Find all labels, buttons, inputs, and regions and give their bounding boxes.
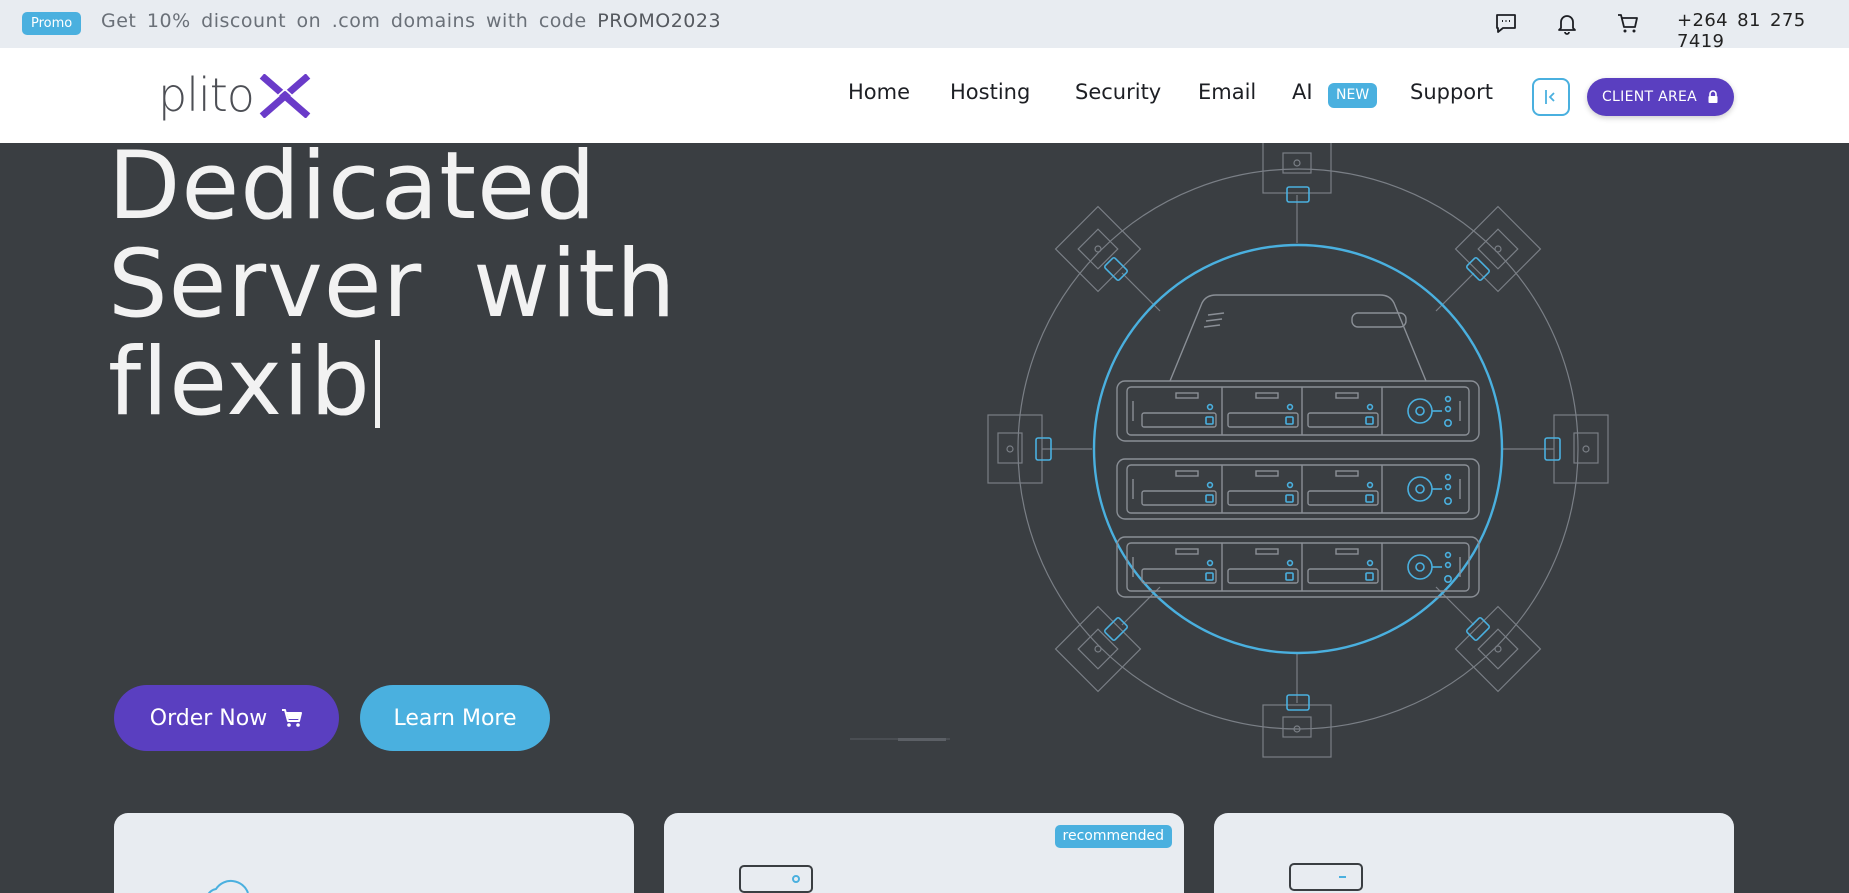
plan-card-2[interactable]: recommended <box>664 813 1184 893</box>
order-now-label: Order Now <box>149 705 268 731</box>
learn-more-button[interactable]: Learn More <box>360 685 550 751</box>
cart-icon <box>282 709 303 727</box>
recommended-badge: recommended <box>1054 825 1172 848</box>
promo-text: Get 10% discount on .com domains with co… <box>101 10 721 32</box>
nav-hosting[interactable]: Hosting <box>950 80 1030 104</box>
chat-icon[interactable] <box>1493 10 1519 36</box>
plan-card-3[interactable] <box>1214 813 1734 893</box>
phone-number[interactable]: +264 81 275 7419 <box>1677 10 1849 52</box>
server-network-illustration <box>987 143 1609 758</box>
promo-code: PROMO2023 <box>597 10 722 32</box>
promo-message: Get 10% discount on .com domains with co… <box>101 10 587 32</box>
nav-support[interactable]: Support <box>1410 80 1493 104</box>
nav-email[interactable]: Email <box>1198 80 1256 104</box>
client-area-button[interactable]: CLIENT AREA <box>1587 78 1734 116</box>
nav-home[interactable]: Home <box>848 80 910 104</box>
logo-x-icon <box>259 74 311 118</box>
typing-caret <box>374 340 380 428</box>
main-nav: plito Home Hosting Security Email AI NEW… <box>0 48 1849 143</box>
cloud-icon <box>207 879 249 893</box>
chevron-left-icon <box>1545 90 1555 104</box>
server-icon <box>1289 863 1363 891</box>
lock-icon <box>1708 90 1718 103</box>
plan-card-1[interactable] <box>114 813 634 893</box>
hero-title: Dedicated Server with flexib <box>108 138 677 432</box>
nav-ai[interactable]: AI <box>1292 80 1313 104</box>
server-icon <box>739 865 813 893</box>
hero-line-3: flexib <box>108 334 677 432</box>
promo-bar: Promo Get 10% discount on .com domains w… <box>0 0 1849 52</box>
bell-icon[interactable] <box>1554 10 1580 36</box>
sidebar-toggle-button[interactable] <box>1532 78 1570 116</box>
hero-line-2: Server with <box>108 230 677 339</box>
learn-more-label: Learn More <box>393 705 517 731</box>
nav-security[interactable]: Security <box>1075 80 1161 104</box>
promo-badge: Promo <box>22 12 82 35</box>
new-badge: NEW <box>1328 83 1378 108</box>
client-area-label: CLIENT AREA <box>1601 89 1698 105</box>
logo[interactable]: plito <box>158 68 312 118</box>
cart-icon[interactable] <box>1615 10 1641 36</box>
hero-line-3-text: flexib <box>108 328 371 437</box>
slider-indicator <box>850 738 950 741</box>
hero-line-1: Dedicated <box>108 132 597 241</box>
order-now-button[interactable]: Order Now <box>114 685 339 751</box>
logo-text: plito <box>158 68 255 122</box>
